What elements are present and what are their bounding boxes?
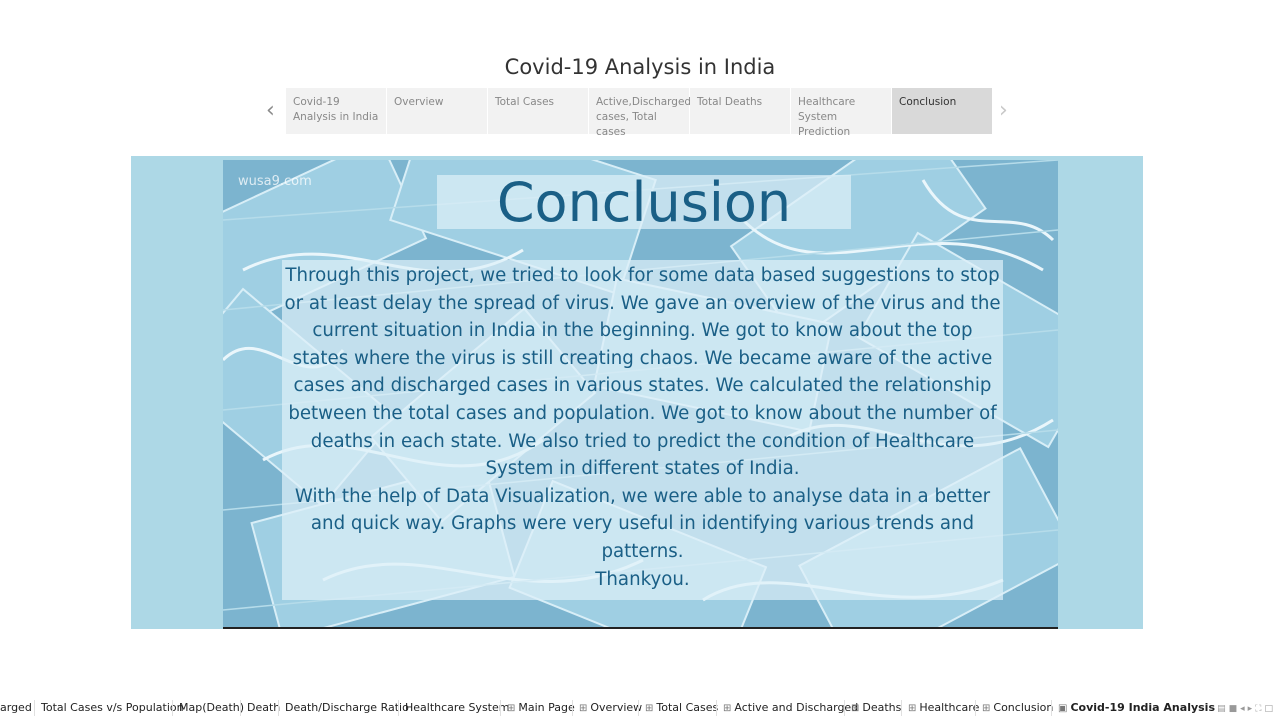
sheet-tab-map-death[interactable]: Map(Death) [172,700,244,716]
dashboard-tab-label: Conclusion [993,701,1054,714]
story-tab-label: Covid-19 India Analysis [1070,701,1215,714]
story-point-overview[interactable]: Overview [387,88,487,134]
conclusion-heading: Conclusion [496,171,792,234]
dashboard-grid-icon: ⊞ [723,703,732,714]
dashboard-tab-overview[interactable]: ⊞ Overview [572,700,642,716]
conclusion-paragraph-3: Thankyou. [595,568,690,590]
dashboard-tab-conclusion[interactable]: ⊞ Conclusion [975,700,1053,716]
story-icon: ▣ [1058,703,1068,714]
next-arrow-icon[interactable]: › [999,98,1008,124]
dashboard-tab-label: Total Cases [656,701,719,714]
sheet-tab-bar: arged Total Cases v/s Population Map(Dea… [0,696,1280,720]
tab-navigation-controls: ▤■◂▸⛶□ [1217,704,1276,714]
sheet-tab-healthcare-system[interactable]: Healthcare System [398,700,509,716]
dashboard-tab-label: Deaths [862,701,902,714]
conclusion-text: Through this project, we tried to look f… [282,262,1003,593]
story-navigator: Covid-19 Analysis in India Overview Tota… [286,88,993,138]
story-point-conclusion[interactable]: Conclusion [892,88,992,134]
story-point-total-deaths[interactable]: Total Deaths [690,88,790,134]
sheet-tab-active-discharged-truncated[interactable]: arged [0,700,32,716]
story-point-total-cases[interactable]: Total Cases [488,88,588,134]
dashboard-tab-active-discharged[interactable]: ⊞ Active and Discharged [716,700,858,716]
dashboard-tab-total-cases[interactable]: ⊞ Total Cases [638,700,718,716]
dashboard-tab-healthcare[interactable]: ⊞ Healthcare [901,700,979,716]
previous-arrow-icon[interactable]: ‹ [266,98,275,124]
dashboard-grid-icon: ⊞ [645,703,654,714]
dashboard-tab-label: Overview [590,701,643,714]
dashboard-grid-icon: ⊞ [579,703,588,714]
fullscreen-icon[interactable]: □ [1264,704,1276,714]
dashboard-grid-icon: ⊞ [507,703,516,714]
dashboard-tab-main-page[interactable]: ⊞ Main Page [500,700,575,716]
sheet-tab-total-cases-population[interactable]: Total Cases v/s Population [34,700,184,716]
story-point-covid-analysis[interactable]: Covid-19 Analysis in India [286,88,386,134]
story-title: Covid-19 Analysis in India [504,55,776,79]
dashboard-tab-label: Active and Discharged [734,701,859,714]
story-point-active-discharged[interactable]: Active,Discharged cases, Total cases [589,88,691,138]
show-filmstrip-icon[interactable]: ■ [1229,704,1241,714]
dashboard-tab-label: Healthcare [919,701,980,714]
dashboard-grid-icon: ⊞ [851,703,860,714]
conclusion-paragraph-1: Through this project, we tried to look f… [284,265,1001,480]
image-watermark: wusa9.com [238,174,312,189]
dashboard-grid-icon: ⊞ [982,703,991,714]
dashboard-tab-label: Main Page [518,701,575,714]
story-point-healthcare[interactable]: Healthcare System Prediction [791,88,891,138]
sheet-tab-death-discharge-ratio[interactable]: Death/Discharge Ratio [278,700,409,716]
sheet-tab-death[interactable]: Death [240,700,280,716]
conclusion-paragraph-2: With the help of Data Visualization, we … [294,485,991,562]
dashboard-tab-deaths[interactable]: ⊞ Deaths [844,700,901,716]
show-sheet-sorter-icon[interactable]: ▤ [1217,704,1229,714]
dashboard-grid-icon: ⊞ [908,703,917,714]
story-tab-covid-india-analysis[interactable]: ▣ Covid-19 India Analysis [1051,700,1215,716]
previous-sheet-icon[interactable]: ◂ [1240,704,1248,714]
